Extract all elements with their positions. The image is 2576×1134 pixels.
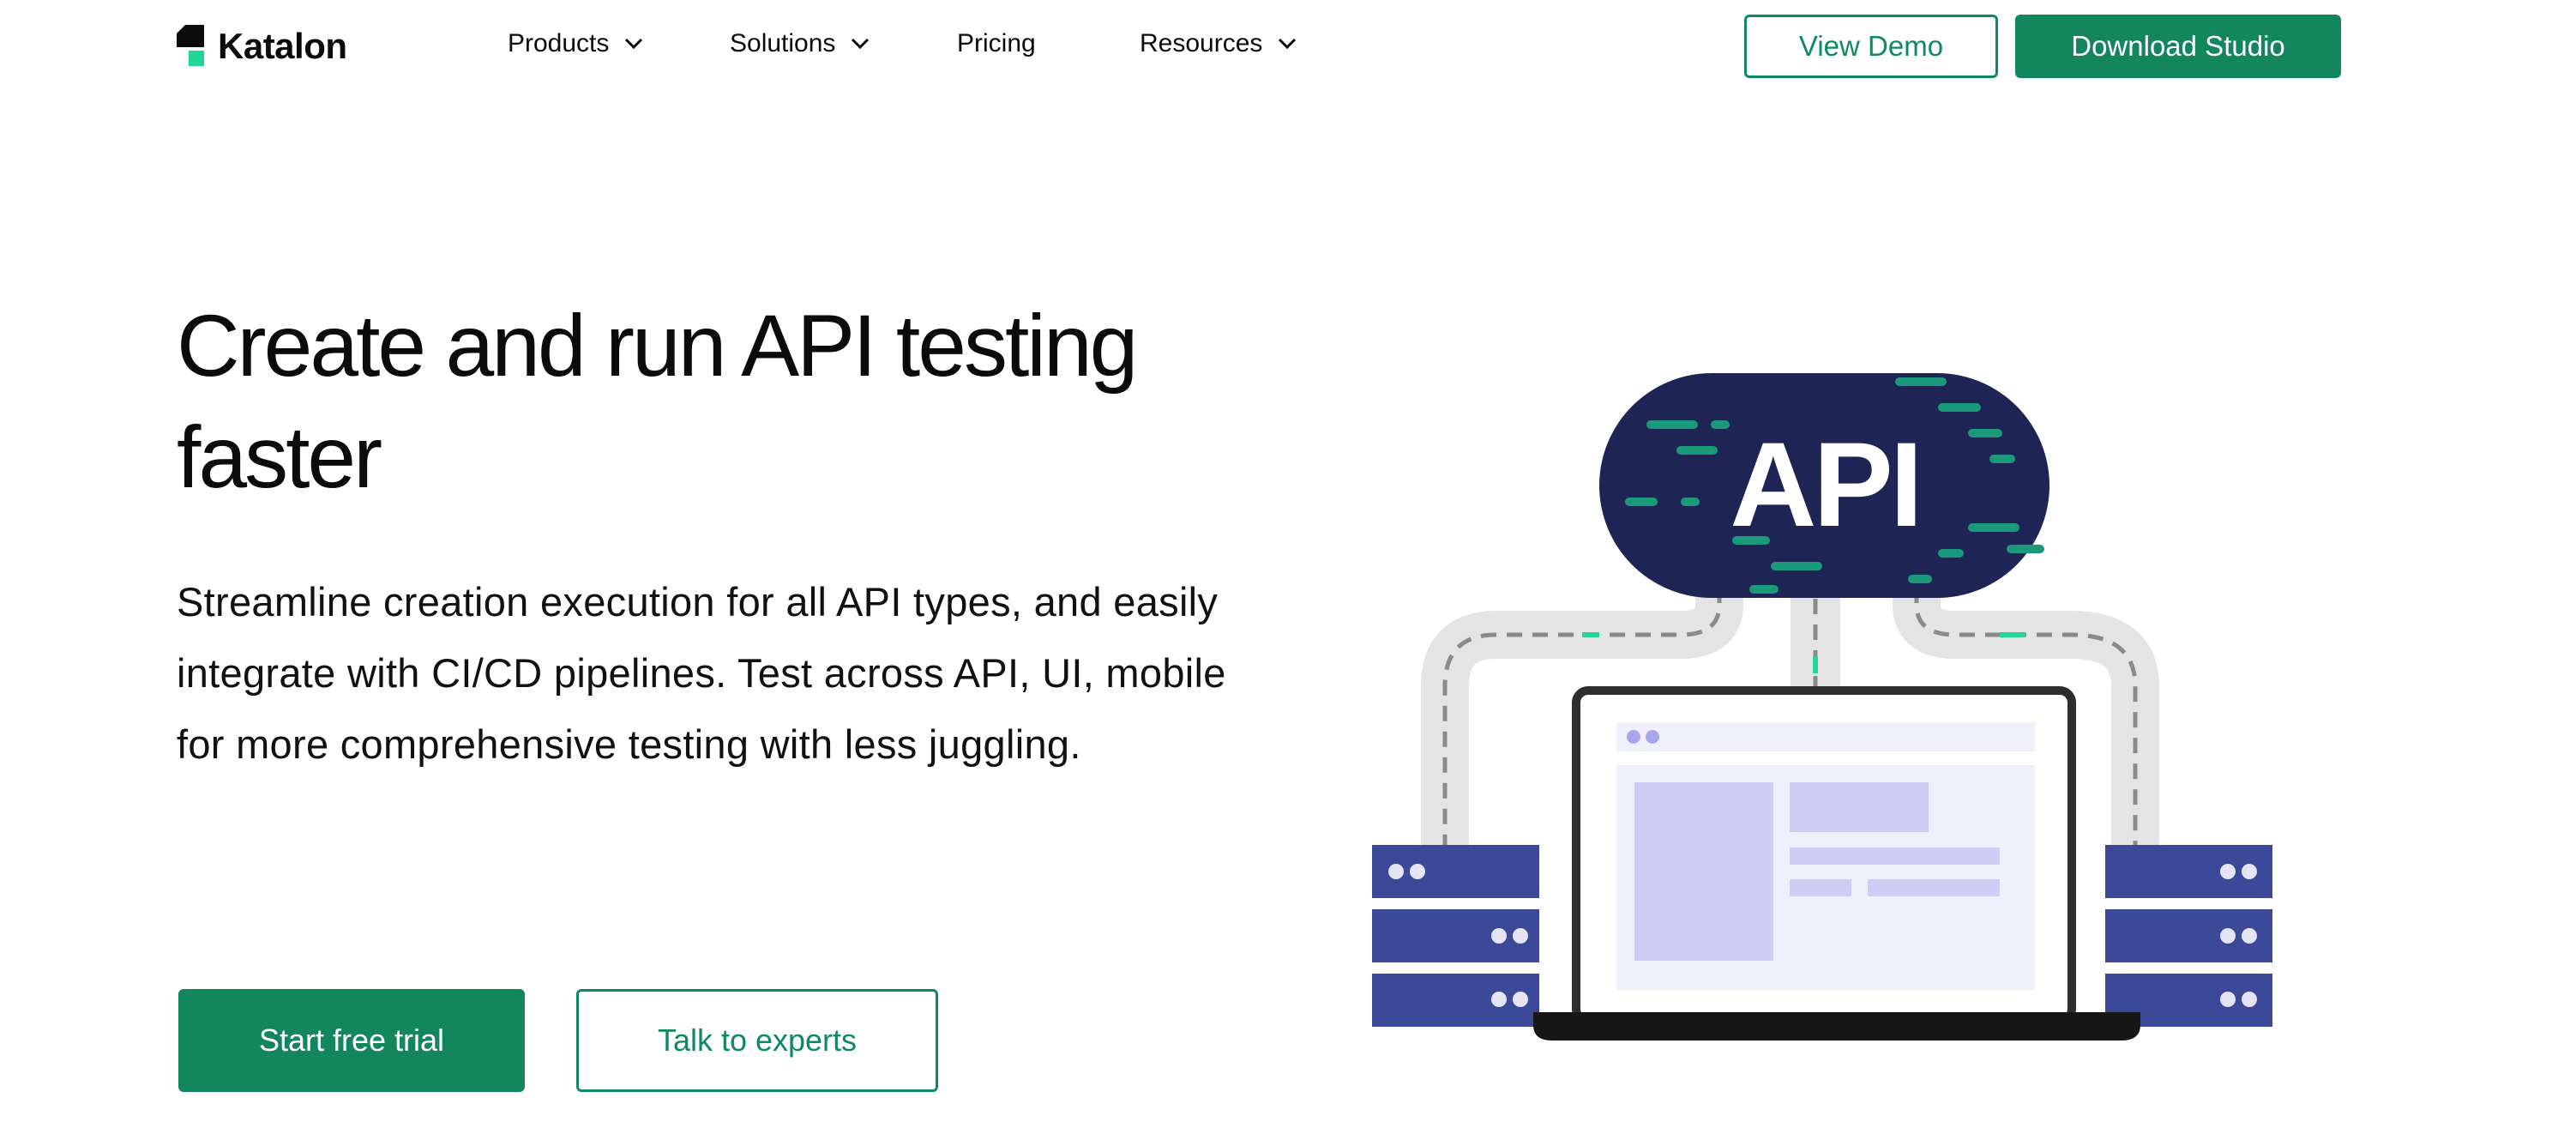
brand-name: Katalon [218,26,347,66]
api-badge-text: API [1730,417,1919,552]
start-free-trial-button[interactable]: Start free trial [178,989,525,1092]
katalon-logo-icon [177,25,204,66]
chevron-down-icon [1279,38,1297,50]
talk-to-experts-button[interactable]: Talk to experts [576,989,938,1092]
api-badge: API [1599,373,2049,598]
view-demo-button[interactable]: View Demo [1744,15,1998,78]
right-server-stack [2105,845,2272,1027]
chevron-down-icon [852,38,870,50]
api-illustration: API [1338,360,2281,1047]
nav-item-label: Pricing [957,29,1036,57]
chevron-down-icon [625,38,643,50]
download-studio-button[interactable]: Download Studio [2015,15,2341,78]
hero-subtitle: Streamline creation execution for all AP… [177,579,1226,767]
logo[interactable]: Katalon [177,24,347,69]
laptop [1533,686,2140,1041]
nav-item-label: Products [508,29,610,57]
nav-item-label: Solutions [730,29,836,57]
nav-item-resources[interactable]: Resources [1140,29,1297,58]
hero-title: Create and run API testing faster [177,297,1138,506]
top-navigation: Katalon Products Solutions Pricing Resou… [0,0,2576,91]
nav-item-label: Resources [1140,29,1263,57]
api-diagram: API [1372,373,2272,1041]
nav-item-solutions[interactable]: Solutions [730,29,870,58]
nav-item-pricing[interactable]: Pricing [957,29,1036,58]
left-server-stack [1372,845,1539,1027]
nav-item-products[interactable]: Products [508,29,643,58]
